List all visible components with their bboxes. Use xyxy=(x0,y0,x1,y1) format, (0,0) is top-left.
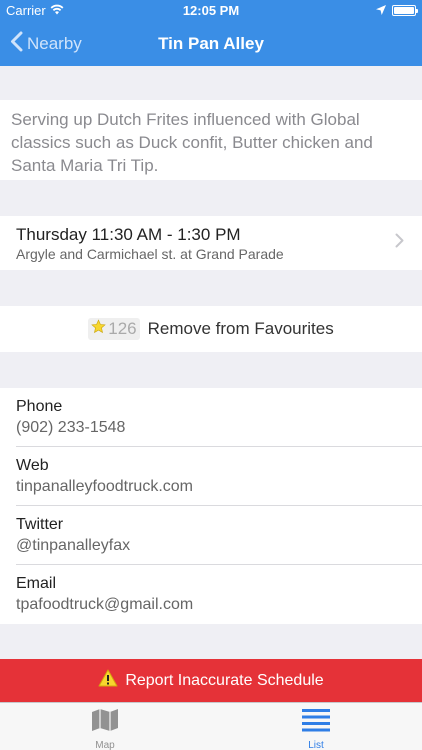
contact-label: Twitter xyxy=(16,516,64,533)
contact-label: Web xyxy=(16,457,49,474)
schedule-time: Thursday 11:30 AM - 1:30 PM xyxy=(16,225,241,244)
contact-label: Phone xyxy=(16,398,63,415)
contact-row-web[interactable]: Web tinpanalleyfoodtruck.com xyxy=(16,447,422,506)
contact-value: (902) 233-1548 xyxy=(16,419,126,436)
favourite-button[interactable]: 126 Remove from Favourites xyxy=(0,306,422,352)
clock: 12:05 PM xyxy=(182,3,240,18)
navigation-bar: Nearby Tin Pan Alley xyxy=(0,22,422,66)
status-bar: Carrier 12:05 PM xyxy=(0,0,422,22)
report-button-label: Report Inaccurate Schedule xyxy=(125,671,324,689)
schedule-location: Argyle and Carmichael st. at Grand Parad… xyxy=(16,246,284,262)
battery-icon xyxy=(392,5,418,16)
map-icon xyxy=(91,708,119,737)
tab-list[interactable]: List xyxy=(256,703,376,750)
contact-section: Phone (902) 233-1548 Web tinpanalleyfood… xyxy=(0,388,422,624)
report-inaccurate-schedule-button[interactable]: Report Inaccurate Schedule xyxy=(0,659,422,702)
location-arrow-icon xyxy=(376,3,386,18)
warning-icon xyxy=(98,669,118,692)
favourite-label: Remove from Favourites xyxy=(147,319,334,338)
favourite-count-badge: 126 xyxy=(88,318,140,340)
contact-value: @tinpanalleyfax xyxy=(16,537,131,554)
tab-list-label: List xyxy=(308,740,324,750)
tab-bar: Map List xyxy=(0,702,422,750)
contact-label: Email xyxy=(16,575,57,592)
schedule-row[interactable]: Thursday 11:30 AM - 1:30 PM Argyle and C… xyxy=(0,216,422,270)
page-title: Tin Pan Alley xyxy=(158,34,264,53)
contact-value: tinpanalleyfoodtruck.com xyxy=(16,478,193,495)
contact-value: tpafoodtruck@gmail.com xyxy=(16,596,194,613)
star-icon xyxy=(91,319,107,339)
tab-map[interactable]: Map xyxy=(45,703,165,750)
tab-map-label: Map xyxy=(95,740,115,750)
chevron-right-icon xyxy=(395,233,404,253)
truck-description: Serving up Dutch Frites influenced with … xyxy=(0,100,422,180)
list-icon xyxy=(302,708,330,737)
contact-row-email[interactable]: Email tpafoodtruck@gmail.com xyxy=(16,565,422,624)
contact-row-twitter[interactable]: Twitter @tinpanalleyfax xyxy=(16,506,422,565)
status-right xyxy=(376,3,418,18)
favourite-count: 126 xyxy=(108,319,137,338)
contact-row-phone[interactable]: Phone (902) 233-1548 xyxy=(16,388,422,447)
